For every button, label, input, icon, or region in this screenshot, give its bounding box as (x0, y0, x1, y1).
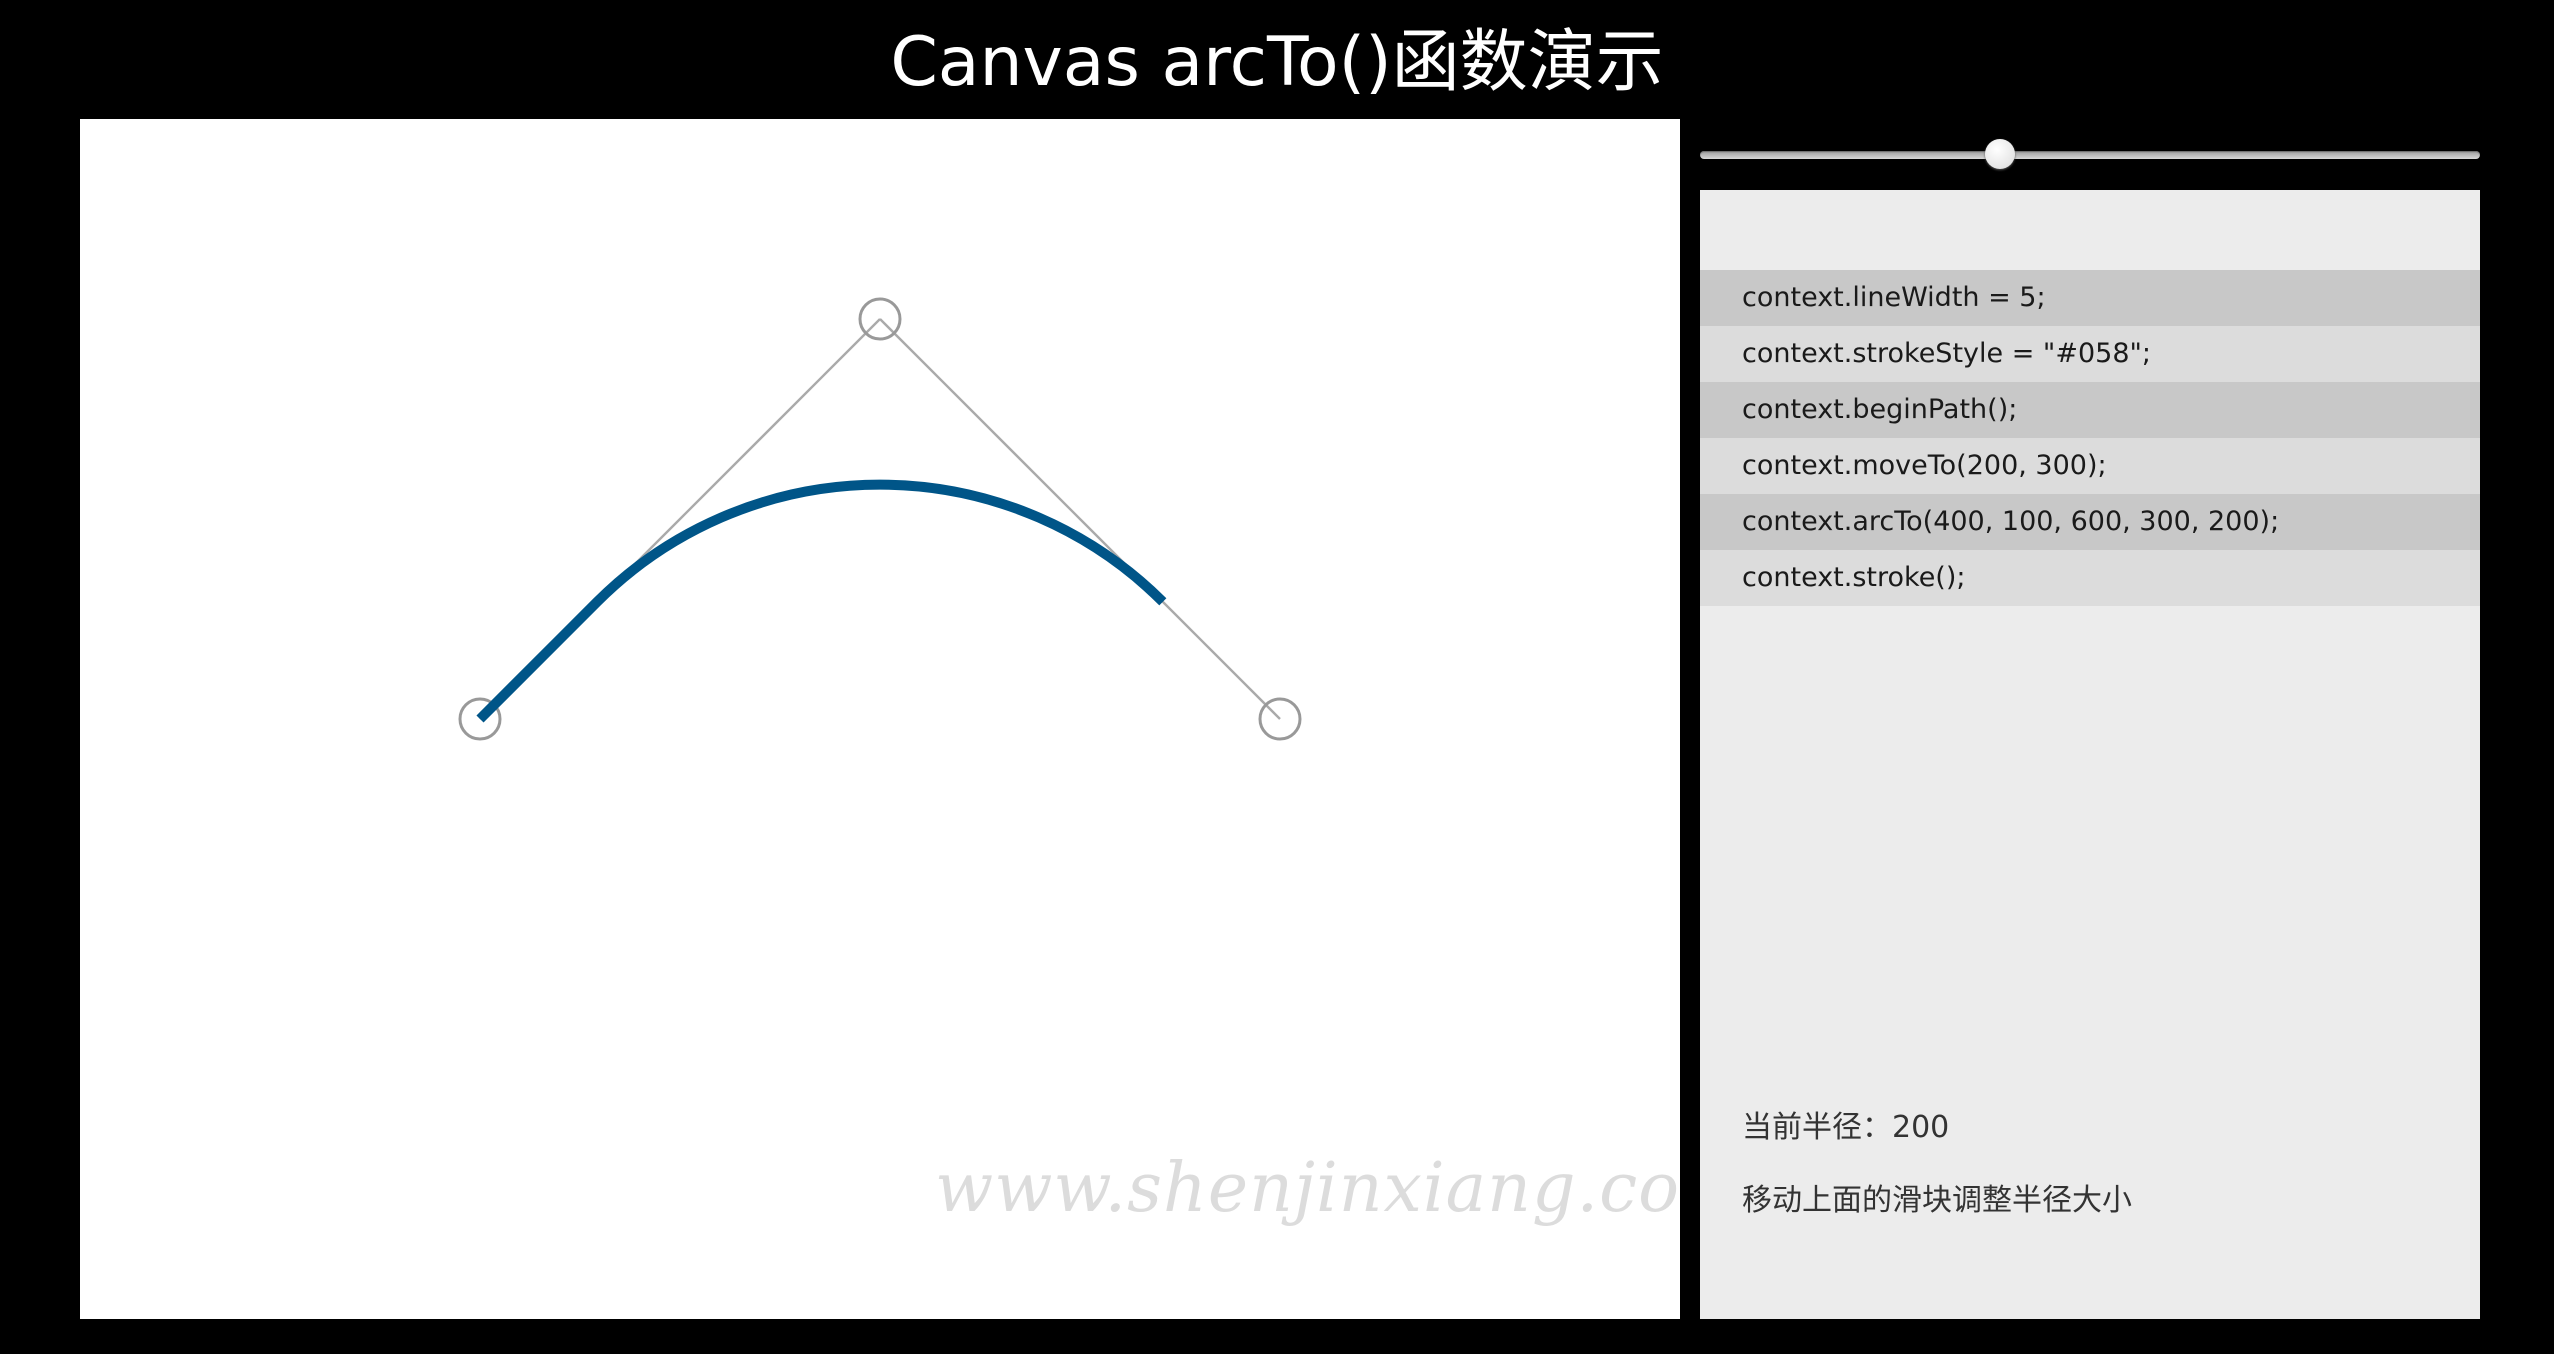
code-line: context.strokeStyle = "#058"; (1700, 326, 2480, 382)
code-line: context.moveTo(200, 300); (1700, 438, 2480, 494)
guide-line-control-end (879, 318, 1281, 720)
watermark-logo: www.shenjinxiang.com (935, 1149, 1680, 1228)
code-line: context.lineWidth = 5; (1700, 270, 2480, 326)
arc-stroke (476, 479, 1167, 723)
radius-slider[interactable] (1700, 138, 2480, 172)
demo-canvas[interactable]: www.shenjinxiang.com (80, 119, 1680, 1319)
slider-thumb[interactable] (1985, 139, 2015, 169)
code-list: context.lineWidth = 5; context.strokeSty… (1700, 270, 2480, 606)
slider-track[interactable] (1700, 151, 2480, 159)
code-line: context.arcTo(400, 100, 600, 300, 200); (1700, 494, 2480, 550)
code-panel: context.lineWidth = 5; context.strokeSty… (1700, 190, 2480, 1319)
slider-hint-text: 移动上面的滑块调整半径大小 (1742, 1183, 2132, 1218)
current-radius-label: 当前半径：200 (1742, 1110, 1950, 1145)
code-line: context.stroke(); (1700, 550, 2480, 606)
code-line: context.beginPath(); (1700, 382, 2480, 438)
page-title: Canvas arcTo()函数演示 (890, 23, 1664, 102)
arc-drawing (458, 297, 1302, 741)
